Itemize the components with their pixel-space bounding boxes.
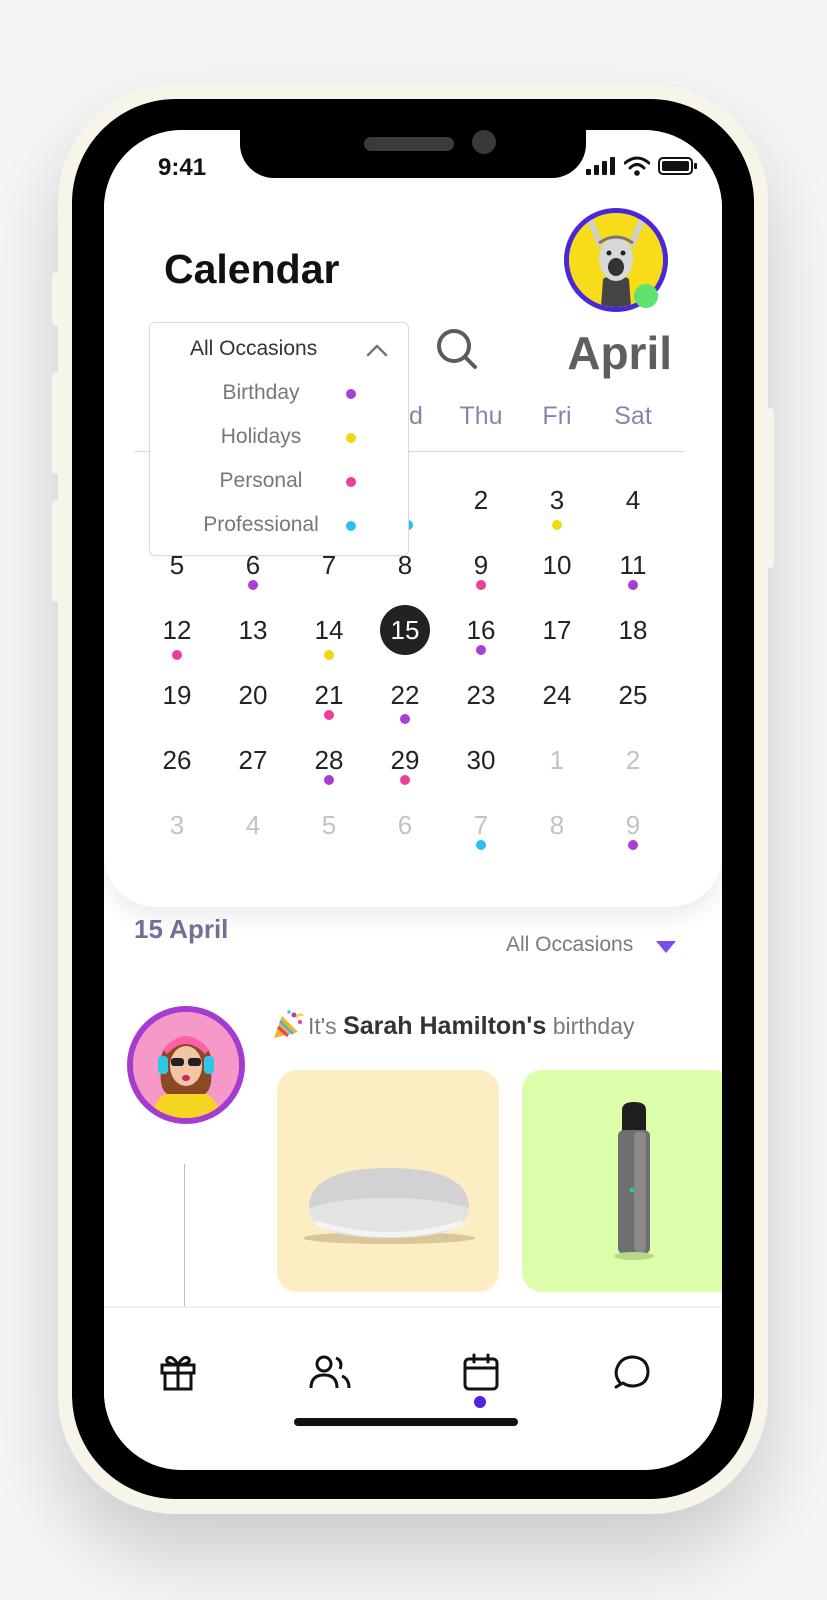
calendar-day[interactable]: 2 [449, 468, 513, 532]
phone-notch [240, 130, 586, 178]
calendar-icon [463, 1353, 499, 1391]
calendar-day[interactable]: 25 [601, 663, 665, 727]
weekday-sat: Sat [614, 402, 652, 430]
home-indicator[interactable] [294, 1418, 518, 1426]
event-dot-professional [476, 840, 486, 850]
calendar-day[interactable]: 17 [525, 598, 589, 662]
event-dot-birthday [628, 580, 638, 590]
occasion-option-professional[interactable]: Professional [150, 513, 372, 537]
friends-icon [309, 1355, 351, 1389]
event-dot-birthday [476, 645, 486, 655]
personal-color-dot [346, 477, 356, 487]
calendar-day-next-month[interactable]: 5 [297, 793, 361, 857]
power-button [766, 408, 774, 568]
event-dot-birthday [628, 840, 638, 850]
weekday-fri: Fri [542, 402, 572, 430]
gift-card-vape-pen[interactable] [522, 1070, 722, 1292]
event-prefix: It's [308, 1013, 337, 1040]
calendar-day-next-month[interactable]: 4 [221, 793, 285, 857]
holidays-color-dot [346, 433, 356, 443]
tab-friends[interactable] [308, 1352, 352, 1397]
status-icons [586, 156, 698, 176]
occasion-option-birthday[interactable]: Birthday [150, 381, 372, 405]
occasion-option-personal[interactable]: Personal [150, 469, 372, 493]
calendar-day-next-month[interactable]: 1 [525, 728, 589, 792]
calendar-day[interactable]: 19 [145, 663, 209, 727]
caret-down-icon[interactable] [655, 940, 677, 959]
search-icon[interactable] [434, 326, 480, 377]
occasion-filter-selected[interactable]: All Occasions [190, 337, 317, 361]
birthday-color-dot [346, 389, 356, 399]
timeline-line [184, 1164, 185, 1314]
friend-photo [133, 1012, 239, 1118]
calendar-day[interactable]: 4 [601, 468, 665, 532]
calendar-day[interactable]: 20 [221, 663, 285, 727]
gift-card-smart-speaker[interactable] [277, 1070, 499, 1292]
event-suffix: birthday [552, 1013, 635, 1040]
page-title: Calendar [164, 246, 340, 292]
party-popper-icon [272, 1010, 304, 1046]
wifi-icon [624, 156, 650, 176]
gift-icon [160, 1356, 196, 1391]
volume-down-button [52, 500, 60, 602]
calendar-day[interactable]: 18 [601, 598, 665, 662]
calendar-day-next-month[interactable]: 8 [525, 793, 589, 857]
calendar-day[interactable]: 26 [145, 728, 209, 792]
event-dot-personal [400, 775, 410, 785]
chat-icon [614, 1355, 650, 1389]
calendar-day-next-month[interactable]: 3 [145, 793, 209, 857]
month-label[interactable]: April [567, 326, 672, 380]
calendar-day[interactable]: 13 [221, 598, 285, 662]
front-camera [472, 130, 496, 154]
phone-screen: Calendar April ed Thu Fri Sat 2 3 4 5 6 … [104, 130, 722, 1470]
tab-gifts[interactable] [158, 1352, 198, 1397]
mute-switch [52, 272, 60, 326]
event-person-name[interactable]: Sarah Hamilton's [343, 1012, 546, 1040]
event-dot-birthday [248, 580, 258, 590]
calendar-card: Calendar April ed Thu Fri Sat 2 3 4 5 6 … [104, 130, 722, 907]
events-filter[interactable]: All Occasions [506, 933, 633, 957]
calendar-day-next-month[interactable]: 2 [601, 728, 665, 792]
professional-color-dot [346, 521, 356, 531]
calendar-day-next-month[interactable]: 6 [373, 793, 437, 857]
vape-pen-image [614, 1102, 654, 1260]
event-dot-birthday [400, 714, 410, 724]
calendar-day[interactable]: 24 [525, 663, 589, 727]
status-time: 9:41 [158, 154, 207, 181]
event-title: It's Sarah Hamilton's birthday [272, 1010, 635, 1046]
tab-calendar[interactable] [461, 1352, 501, 1397]
smart-speaker-image [303, 1168, 475, 1244]
calendar-day[interactable]: 30 [449, 728, 513, 792]
chevron-up-icon[interactable] [366, 343, 388, 362]
weekday-thu: Thu [459, 402, 503, 430]
tab-chat[interactable] [612, 1352, 652, 1397]
volume-up-button [52, 372, 60, 474]
bottom-tab-bar [104, 1306, 722, 1470]
calendar-day[interactable]: 23 [449, 663, 513, 727]
battery-icon [658, 157, 697, 175]
signal-icon [586, 157, 615, 175]
selected-date-heading: 15 April [134, 914, 229, 944]
event-dot-birthday [324, 775, 334, 785]
speaker-grille [364, 137, 454, 151]
event-dot-personal [476, 580, 486, 590]
calendar-day-selected[interactable]: 15 [380, 605, 430, 655]
event-dot-holiday [552, 520, 562, 530]
calendar-day[interactable]: 10 [525, 533, 589, 597]
active-tab-indicator [474, 1396, 486, 1408]
calendar-day[interactable]: 27 [221, 728, 285, 792]
online-status-dot [634, 284, 658, 308]
event-dot-personal [172, 650, 182, 660]
event-dot-holiday [324, 650, 334, 660]
event-dot-personal [324, 710, 334, 720]
friend-avatar[interactable] [127, 1006, 245, 1124]
occasion-option-holidays[interactable]: Holidays [150, 425, 372, 449]
occasion-filter-dropdown[interactable]: All Occasions Birthday Holidays Personal… [149, 322, 409, 556]
